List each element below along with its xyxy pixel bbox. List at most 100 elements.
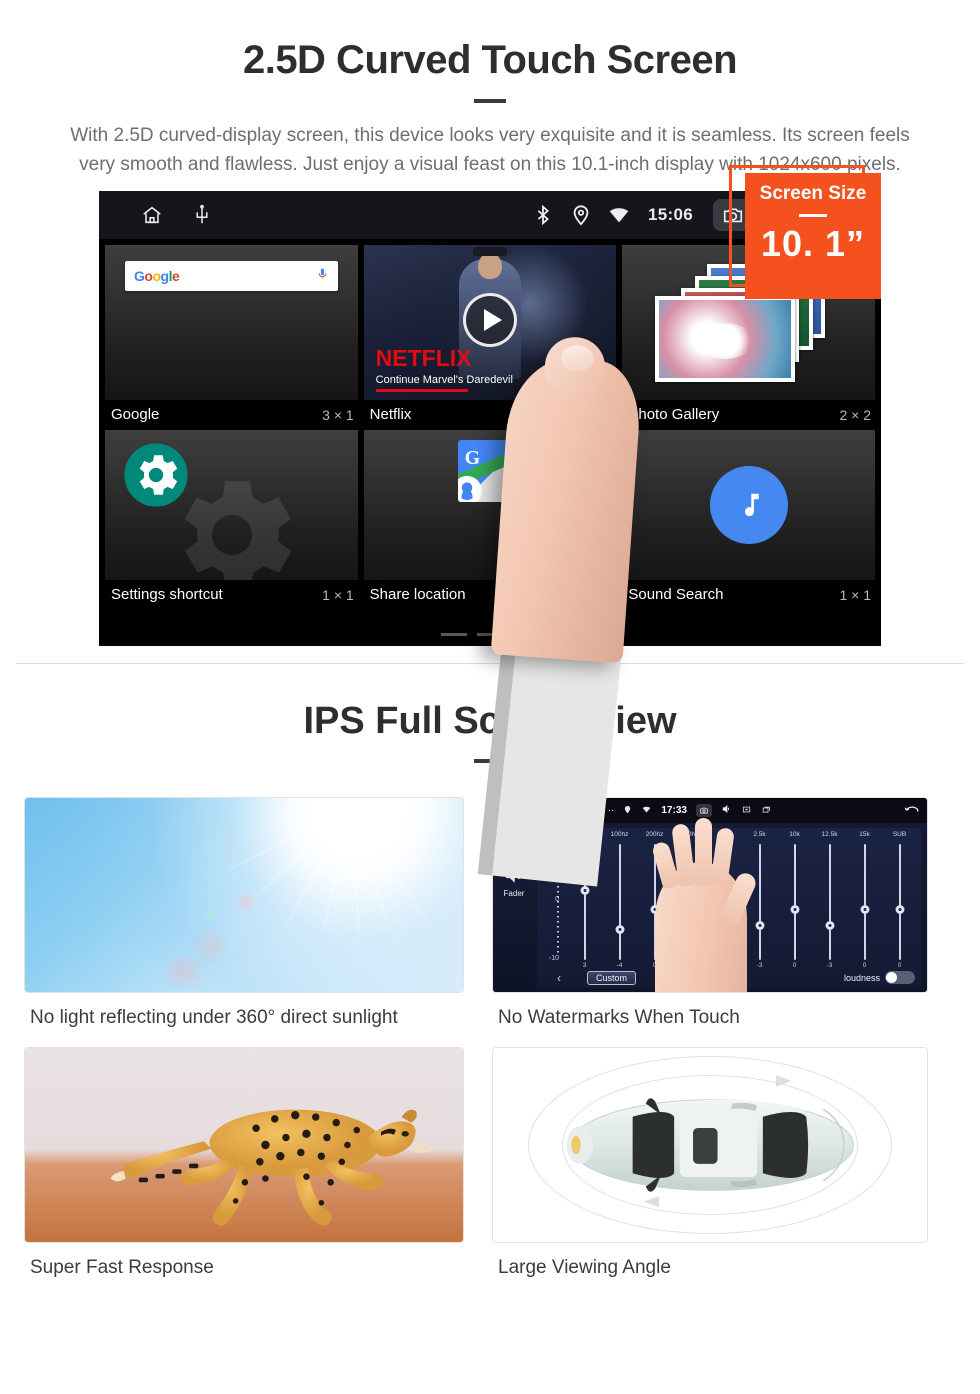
freq-label: 12.5k: [821, 831, 838, 838]
freq-label: 200hz: [645, 831, 664, 838]
pointing-finger: [490, 344, 644, 664]
widget-google[interactable]: Google Google 3 × 1: [105, 245, 358, 430]
maps-g-glyph: G: [464, 447, 481, 469]
widget-row-2: Settings shortcut 1 × 1 G Share location: [105, 430, 876, 610]
recents-icon[interactable]: [761, 805, 772, 817]
amp-time: 17:33: [661, 805, 687, 816]
screen-size-badge: Screen Size 10. 1”: [745, 173, 881, 299]
badge-label: Screen Size: [759, 183, 867, 204]
car-top-view-illustration: [492, 1047, 928, 1243]
freq-label: SUB: [892, 831, 907, 838]
fader-label[interactable]: Fader: [493, 889, 535, 898]
widget-label: Photo Gallery 2 × 2: [622, 400, 875, 430]
frequency-labels: 60hz 100hz 200hz 500hz 1k 2.5k 10k 12.5k…: [567, 831, 917, 838]
feature-caption: Large Viewing Angle: [498, 1257, 671, 1278]
sound-search-preview: [622, 430, 876, 580]
back-chevron-icon[interactable]: ‹: [557, 971, 561, 985]
loudness-label: loudness: [843, 972, 880, 983]
car-illustration: [566, 1075, 854, 1208]
section2-title: IPS Full Screen View: [303, 700, 677, 742]
more-icon: ··: [607, 805, 615, 816]
widget-settings-shortcut[interactable]: Settings shortcut 1 × 1: [105, 430, 358, 610]
page-indicator[interactable]: [99, 633, 881, 636]
music-note-icon: [709, 466, 788, 544]
back-icon[interactable]: [904, 804, 919, 817]
sunlight-photo: [24, 797, 464, 993]
freq-label: 10k: [789, 831, 800, 838]
eq-slider[interactable]: [882, 844, 917, 960]
settings-widget-preview: [105, 430, 358, 580]
volume-icon[interactable]: [721, 804, 732, 817]
freq-label: 15k: [859, 831, 870, 838]
netflix-subtitle: Continue Marvel's Daredevil: [375, 374, 513, 386]
person-avatar-icon: [457, 476, 482, 502]
widget-name: Photo Gallery: [628, 406, 720, 423]
settings-gear-icon: [123, 442, 189, 508]
widget-name: Sound Search: [628, 586, 724, 603]
eq-slider[interactable]: [812, 844, 847, 960]
home-icon[interactable]: [141, 204, 163, 226]
eq-value: 0: [862, 962, 867, 969]
widget-name: Netflix: [369, 406, 412, 423]
loudness-control[interactable]: loudness: [844, 971, 915, 984]
progress-bar: [375, 389, 468, 392]
camera-icon[interactable]: [695, 804, 712, 817]
google-logo: Google: [134, 268, 180, 284]
widget-size: 3 × 1: [322, 406, 354, 423]
eq-value: 0: [897, 962, 902, 969]
feature-card-cheetah: Super Fast Response: [24, 1047, 492, 1297]
widget-size: 1 × 1: [322, 586, 354, 603]
badge-divider: [799, 214, 827, 217]
freq-label: 100hz: [610, 831, 629, 838]
feature-caption: No light reflecting under 360° direct su…: [30, 1007, 398, 1028]
widget-sound-search[interactable]: Sound Search 1 × 1: [622, 430, 876, 610]
eq-slider[interactable]: [847, 844, 882, 960]
page-dot[interactable]: [441, 633, 467, 636]
widget-name: Share location: [369, 586, 466, 603]
cheetah-illustration: [110, 1109, 436, 1226]
eq-slider[interactable]: [602, 844, 637, 960]
feature-card-car: Large Viewing Angle: [492, 1047, 956, 1297]
search-input[interactable]: Google: [125, 261, 338, 291]
feature-caption: No Watermarks When Touch: [498, 1007, 740, 1028]
location-icon: [570, 204, 592, 226]
widget-name: Google: [111, 406, 160, 423]
wifi-icon: [641, 805, 652, 817]
usb-icon: [191, 204, 213, 226]
widget-size: 2 × 2: [839, 406, 872, 423]
close-icon[interactable]: [741, 805, 752, 817]
netflix-figure-head: [478, 253, 502, 279]
feature-caption: Super Fast Response: [30, 1257, 214, 1278]
widget-label: Google 3 × 1: [105, 400, 358, 430]
play-icon[interactable]: [463, 293, 517, 347]
widget-name: Settings shortcut: [111, 586, 223, 603]
status-time: 15:06: [648, 205, 693, 224]
scale-min: -10: [548, 955, 559, 962]
widget-label: Settings shortcut 1 × 1: [105, 580, 358, 610]
eq-value: -3: [826, 962, 833, 969]
feature-card-sunlight: No light reflecting under 360° direct su…: [24, 797, 492, 1047]
page-title: 2.5D Curved Touch Screen: [242, 38, 738, 82]
eq-value: -4: [616, 962, 623, 969]
touching-hand: [650, 818, 759, 992]
badge-value: 10. 1”: [760, 223, 866, 264]
loudness-toggle[interactable]: [885, 971, 915, 984]
device-showcase: 15:06 Google Google 3 × 1 NETFLIX Contin…: [99, 165, 881, 887]
netflix-figure-hat: [473, 247, 507, 256]
eq-value: 3: [582, 962, 587, 969]
netflix-brand: NETFLIX: [375, 345, 472, 371]
fingernail: [560, 344, 595, 373]
freq-label: 2.5k: [753, 831, 766, 838]
finger: [695, 818, 712, 886]
location-icon: [623, 804, 632, 818]
mic-icon[interactable]: [316, 266, 329, 287]
widget-size: 1 × 1: [839, 586, 872, 603]
eq-value: 0: [792, 962, 797, 969]
bluetooth-icon: [532, 204, 554, 226]
title-underline: [474, 99, 506, 103]
google-widget-preview: Google: [105, 245, 358, 400]
eq-slider[interactable]: [777, 844, 812, 960]
preset-button[interactable]: Custom: [587, 970, 637, 985]
cheetah-photo: [24, 1047, 464, 1243]
eq-value: -3: [756, 962, 763, 969]
